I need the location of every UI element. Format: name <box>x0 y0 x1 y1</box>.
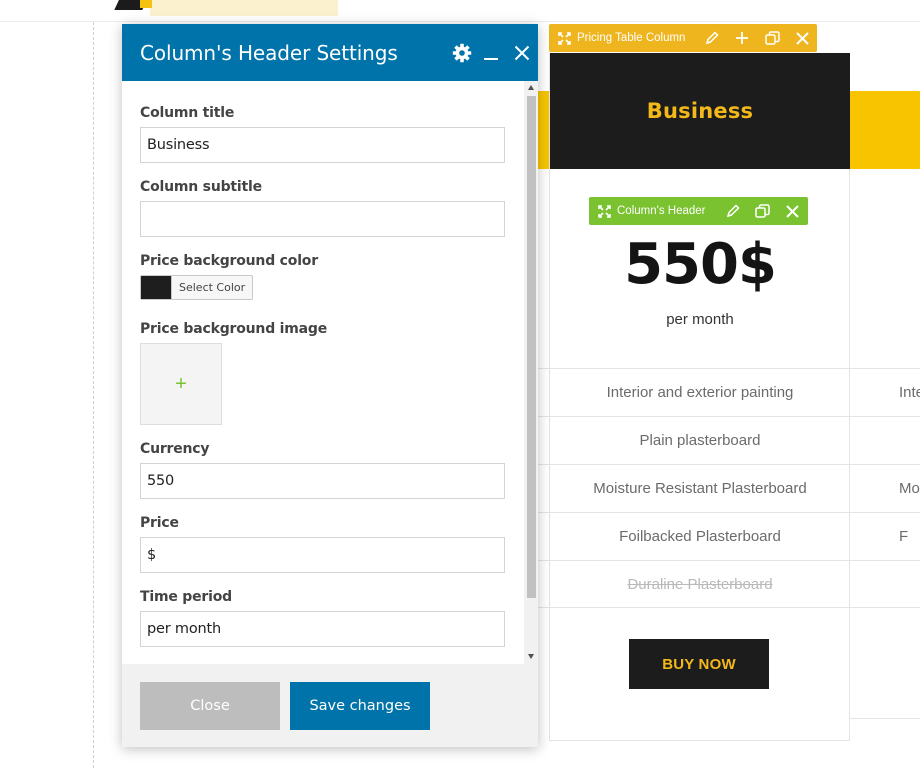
modal-title: Column's Header Settings <box>140 40 398 65</box>
pencil-icon[interactable] <box>697 24 727 52</box>
settings-modal: Column's Header Settings Column title Bu… <box>122 24 538 747</box>
currency-input[interactable]: 550 <box>140 463 505 499</box>
time-period-input[interactable]: per month <box>140 611 505 647</box>
toolbar-label: Column's Header <box>617 205 706 217</box>
scroll-up-arrow-icon[interactable] <box>528 85 534 90</box>
close-icon[interactable] <box>505 24 538 81</box>
close-icon[interactable] <box>787 24 817 52</box>
hidden-toolbar-ghost <box>150 0 338 16</box>
move-icon[interactable] <box>597 197 611 225</box>
select-color-label: Select Color <box>179 281 246 294</box>
column-period: per month <box>666 311 734 328</box>
adjacent-column-header-right <box>849 91 920 169</box>
feature-text: Moisture Resistant Plasterboard <box>593 480 807 497</box>
price-bg-image-label: Price background image <box>140 321 328 337</box>
price-bg-color-label: Price background color <box>140 253 318 269</box>
modal-scrollbar[interactable] <box>524 81 538 664</box>
layout-guide-line <box>93 22 94 768</box>
column-header-band[interactable]: Business <box>550 53 850 169</box>
feature-row: Duraline Plasterboard <box>537 560 920 608</box>
column-title-input[interactable]: Business <box>140 127 505 163</box>
feature-text: Foilbacked Plasterboard <box>619 528 781 545</box>
pencil-icon[interactable] <box>718 197 748 225</box>
plus-icon: + <box>175 372 187 395</box>
column-title: Business <box>646 99 754 123</box>
add-image-button[interactable]: + <box>140 343 222 425</box>
toolbar-label: Pricing Table Column <box>577 32 686 44</box>
feature-row: Plain plasterboard <box>537 416 920 464</box>
feature-text-struck: Duraline Plasterboard <box>627 576 773 593</box>
feature-row: Interior and exterior painting Inte <box>537 368 920 416</box>
duplicate-icon[interactable] <box>757 24 787 52</box>
plus-icon[interactable] <box>727 24 757 52</box>
column-price: 550$ <box>624 232 777 297</box>
time-period-label: Time period <box>140 589 232 605</box>
scroll-thumb[interactable] <box>527 96 536 598</box>
modal-footer: Close Save changes <box>122 664 538 747</box>
buy-now-button[interactable]: BUY NOW <box>629 639 769 689</box>
feature-text: Plain plasterboard <box>639 432 761 449</box>
close-icon[interactable] <box>778 197 808 225</box>
feature-list: Interior and exterior painting Inte Plai… <box>537 368 920 608</box>
row-divider <box>850 718 920 719</box>
feature-text: Interior and exterior painting <box>606 384 794 401</box>
logo-accent <box>140 0 152 8</box>
column-header-toolbar: Column's Header <box>589 197 808 225</box>
price-input[interactable]: $ <box>140 537 505 573</box>
column-title-label: Column title <box>140 105 235 121</box>
color-swatch <box>141 276 172 299</box>
modal-body: Column title Business Column subtitle Pr… <box>122 81 538 664</box>
adjacent-feature-text: F <box>899 528 909 545</box>
adjacent-feature-text: Mois <box>899 480 920 497</box>
save-changes-button[interactable]: Save changes <box>290 682 430 730</box>
modal-header-actions <box>447 24 538 81</box>
currency-label: Currency <box>140 441 210 457</box>
price-label: Price <box>140 515 179 531</box>
feature-row: Moisture Resistant Plasterboard Mois <box>537 464 920 512</box>
duplicate-icon[interactable] <box>748 197 778 225</box>
gear-icon[interactable] <box>447 24 476 81</box>
column-divider <box>849 368 850 608</box>
close-button[interactable]: Close <box>140 682 280 730</box>
column-subtitle-input[interactable] <box>140 201 505 237</box>
minimize-icon[interactable] <box>476 24 505 81</box>
feature-row: Foilbacked Plasterboard F <box>537 512 920 560</box>
adjacent-feature-text: Inte <box>899 384 920 401</box>
pricing-column-toolbar: Pricing Table Column <box>549 24 818 52</box>
column-subtitle-label: Column subtitle <box>140 179 262 195</box>
color-picker-button[interactable]: Select Color <box>140 275 254 300</box>
modal-header: Column's Header Settings <box>122 24 538 81</box>
adjacent-column-header-left <box>536 91 550 169</box>
scroll-down-arrow-icon[interactable] <box>528 654 534 659</box>
move-icon[interactable] <box>557 24 571 52</box>
